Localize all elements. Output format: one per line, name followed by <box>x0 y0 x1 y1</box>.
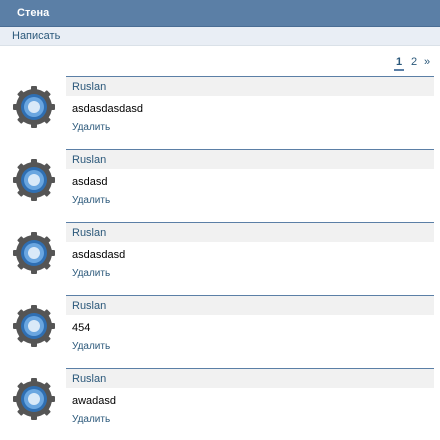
write-link[interactable]: Написать <box>12 30 60 42</box>
post-text: asdasd <box>72 176 108 188</box>
page-2-link[interactable]: 2 <box>411 56 417 68</box>
post-body: Ruslan 454 Удалить <box>66 295 434 352</box>
post-author-link[interactable]: Ruslan <box>72 81 106 93</box>
pagination: 1 2 » <box>394 56 434 72</box>
gear-icon[interactable] <box>12 304 56 348</box>
post-author-link[interactable]: Ruslan <box>72 227 106 239</box>
post-text: awadasd <box>72 395 117 407</box>
wall-post: Ruslan asdasdasdasd Удалить <box>0 76 440 148</box>
post-body: Ruslan asdasdasd Удалить <box>66 222 434 279</box>
post-body: Ruslan asdasd Удалить <box>66 149 434 206</box>
post-header <box>66 368 434 388</box>
post-header <box>66 222 434 242</box>
action-bar: Написать <box>0 27 440 46</box>
wall-post: Ruslan asdasd Удалить <box>0 149 440 221</box>
post-text: 454 <box>72 322 91 334</box>
post-body: Ruslan asdasdasdasd Удалить <box>66 76 434 133</box>
post-text: asdasdasd <box>72 249 126 261</box>
delete-post-link[interactable]: Удалить <box>72 341 110 352</box>
page-1-current: 1 <box>394 56 405 71</box>
gear-icon[interactable] <box>12 377 56 421</box>
next-page-link[interactable]: » <box>424 56 430 68</box>
delete-post-link[interactable]: Удалить <box>72 122 110 133</box>
delete-post-link[interactable]: Удалить <box>72 268 110 279</box>
wall-post: Ruslan asdasdasd Удалить <box>0 222 440 294</box>
post-author-link[interactable]: Ruslan <box>72 300 106 312</box>
wall-post: Ruslan awadasd Удалить <box>0 368 440 440</box>
post-body: Ruslan awadasd Удалить <box>66 368 434 425</box>
gear-icon[interactable] <box>12 158 56 202</box>
wall-header: Стена <box>0 0 440 27</box>
wall-post: Ruslan 454 Удалить <box>0 295 440 367</box>
gear-icon[interactable] <box>12 231 56 275</box>
post-text: asdasdasdasd <box>72 103 143 115</box>
delete-post-link[interactable]: Удалить <box>72 414 110 425</box>
gear-icon[interactable] <box>12 85 56 129</box>
post-header <box>66 149 434 169</box>
post-author-link[interactable]: Ruslan <box>72 373 106 385</box>
post-header <box>66 76 434 96</box>
post-header <box>66 295 434 315</box>
delete-post-link[interactable]: Удалить <box>72 195 110 206</box>
post-author-link[interactable]: Ruslan <box>72 154 106 166</box>
wall-title: Стена <box>17 7 50 19</box>
